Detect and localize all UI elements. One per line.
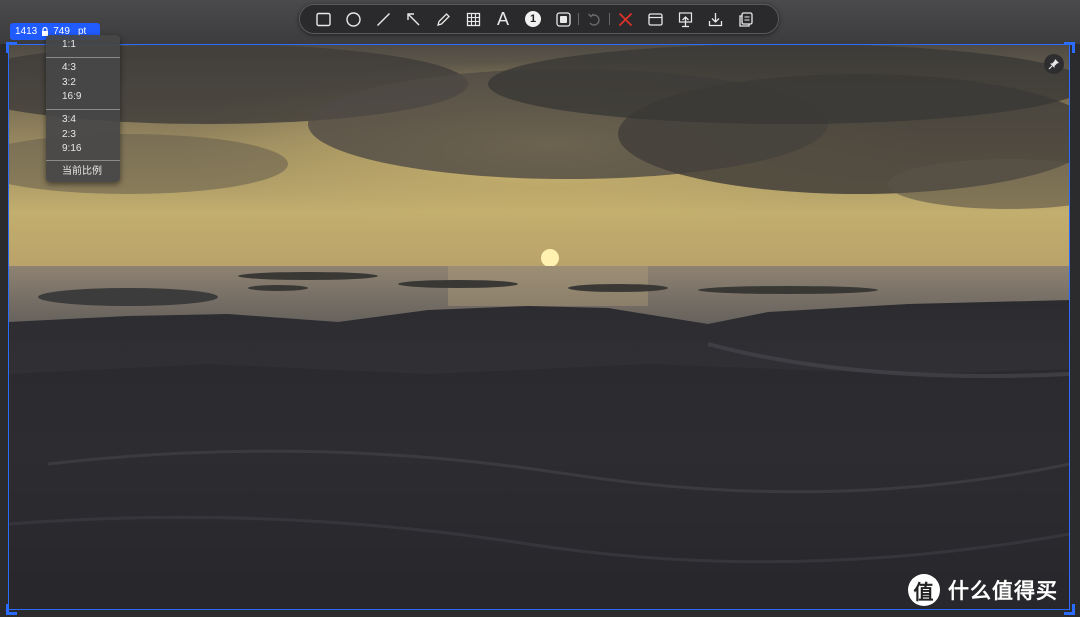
aspect-ratio-menu: 1:1 4:3 3:2 16:9 3:4 2:3 9:16 当前比例 xyxy=(46,35,120,182)
resize-handle-top-left[interactable] xyxy=(6,42,17,53)
pin-button[interactable] xyxy=(1044,54,1064,74)
rectangle-tool-button[interactable] xyxy=(308,7,338,31)
window-icon xyxy=(647,12,663,26)
pencil-tool-button[interactable] xyxy=(428,7,458,31)
width-value: 1413 xyxy=(15,26,38,37)
highlight-tool-button[interactable] xyxy=(548,7,578,31)
ellipse-tool-button[interactable] xyxy=(338,7,368,31)
close-button[interactable] xyxy=(610,7,640,31)
number-marker-label: 1 xyxy=(529,13,537,25)
number-marker-icon: 1 xyxy=(525,11,541,27)
pin-icon xyxy=(1048,59,1059,70)
arrow-icon xyxy=(406,12,419,25)
ratio-item-4-3[interactable]: 4:3 xyxy=(62,61,76,75)
copy-icon xyxy=(738,11,753,27)
pencil-icon xyxy=(436,12,450,26)
close-icon xyxy=(618,12,632,26)
ratio-item-3-2[interactable]: 3:2 xyxy=(62,76,76,90)
ratio-item-2-3[interactable]: 2:3 xyxy=(62,128,76,142)
window-capture-button[interactable] xyxy=(640,7,670,31)
line-icon xyxy=(376,12,390,26)
arrow-tool-button[interactable] xyxy=(398,7,428,31)
rectangle-icon xyxy=(315,12,331,26)
resize-handle-bottom-left[interactable] xyxy=(6,604,17,615)
undo-icon xyxy=(587,13,600,26)
menu-divider xyxy=(46,109,120,110)
ratio-item-3-4[interactable]: 3:4 xyxy=(62,113,76,127)
ratio-item-9-16[interactable]: 9:16 xyxy=(62,142,81,156)
copy-button[interactable] xyxy=(730,7,760,31)
upload-button[interactable] xyxy=(670,7,700,31)
mosaic-tool-button[interactable] xyxy=(458,7,488,31)
menu-divider xyxy=(46,57,120,58)
line-tool-button[interactable] xyxy=(368,7,398,31)
ratio-item-16-9[interactable]: 16:9 xyxy=(62,90,81,104)
download-button[interactable] xyxy=(700,7,730,31)
annotation-toolbar: A 1 xyxy=(299,4,779,34)
ellipse-icon xyxy=(345,11,361,27)
watermark-text: 什么值得买 xyxy=(948,580,1058,603)
resize-handle-bottom-right[interactable] xyxy=(1064,604,1075,615)
ratio-item-1-1[interactable]: 1:1 xyxy=(62,38,76,52)
menu-divider xyxy=(46,160,120,161)
download-icon xyxy=(708,12,722,26)
upload-icon xyxy=(678,11,692,27)
watermark-logo: 值 xyxy=(908,574,940,606)
mosaic-icon xyxy=(466,12,480,26)
captured-photo xyxy=(8,44,1070,610)
ratio-item-current[interactable]: 当前比例 xyxy=(62,165,102,179)
highlight-box-icon xyxy=(555,11,571,27)
text-tool-button[interactable]: A xyxy=(488,7,518,31)
watermark-logo-char: 值 xyxy=(913,581,935,604)
number-marker-tool-button[interactable]: 1 xyxy=(518,7,548,31)
text-icon: A xyxy=(496,8,509,29)
resize-handle-top-right[interactable] xyxy=(1064,42,1075,53)
undo-button[interactable] xyxy=(579,7,609,31)
site-watermark: 值 什么值得买 xyxy=(908,572,1058,608)
